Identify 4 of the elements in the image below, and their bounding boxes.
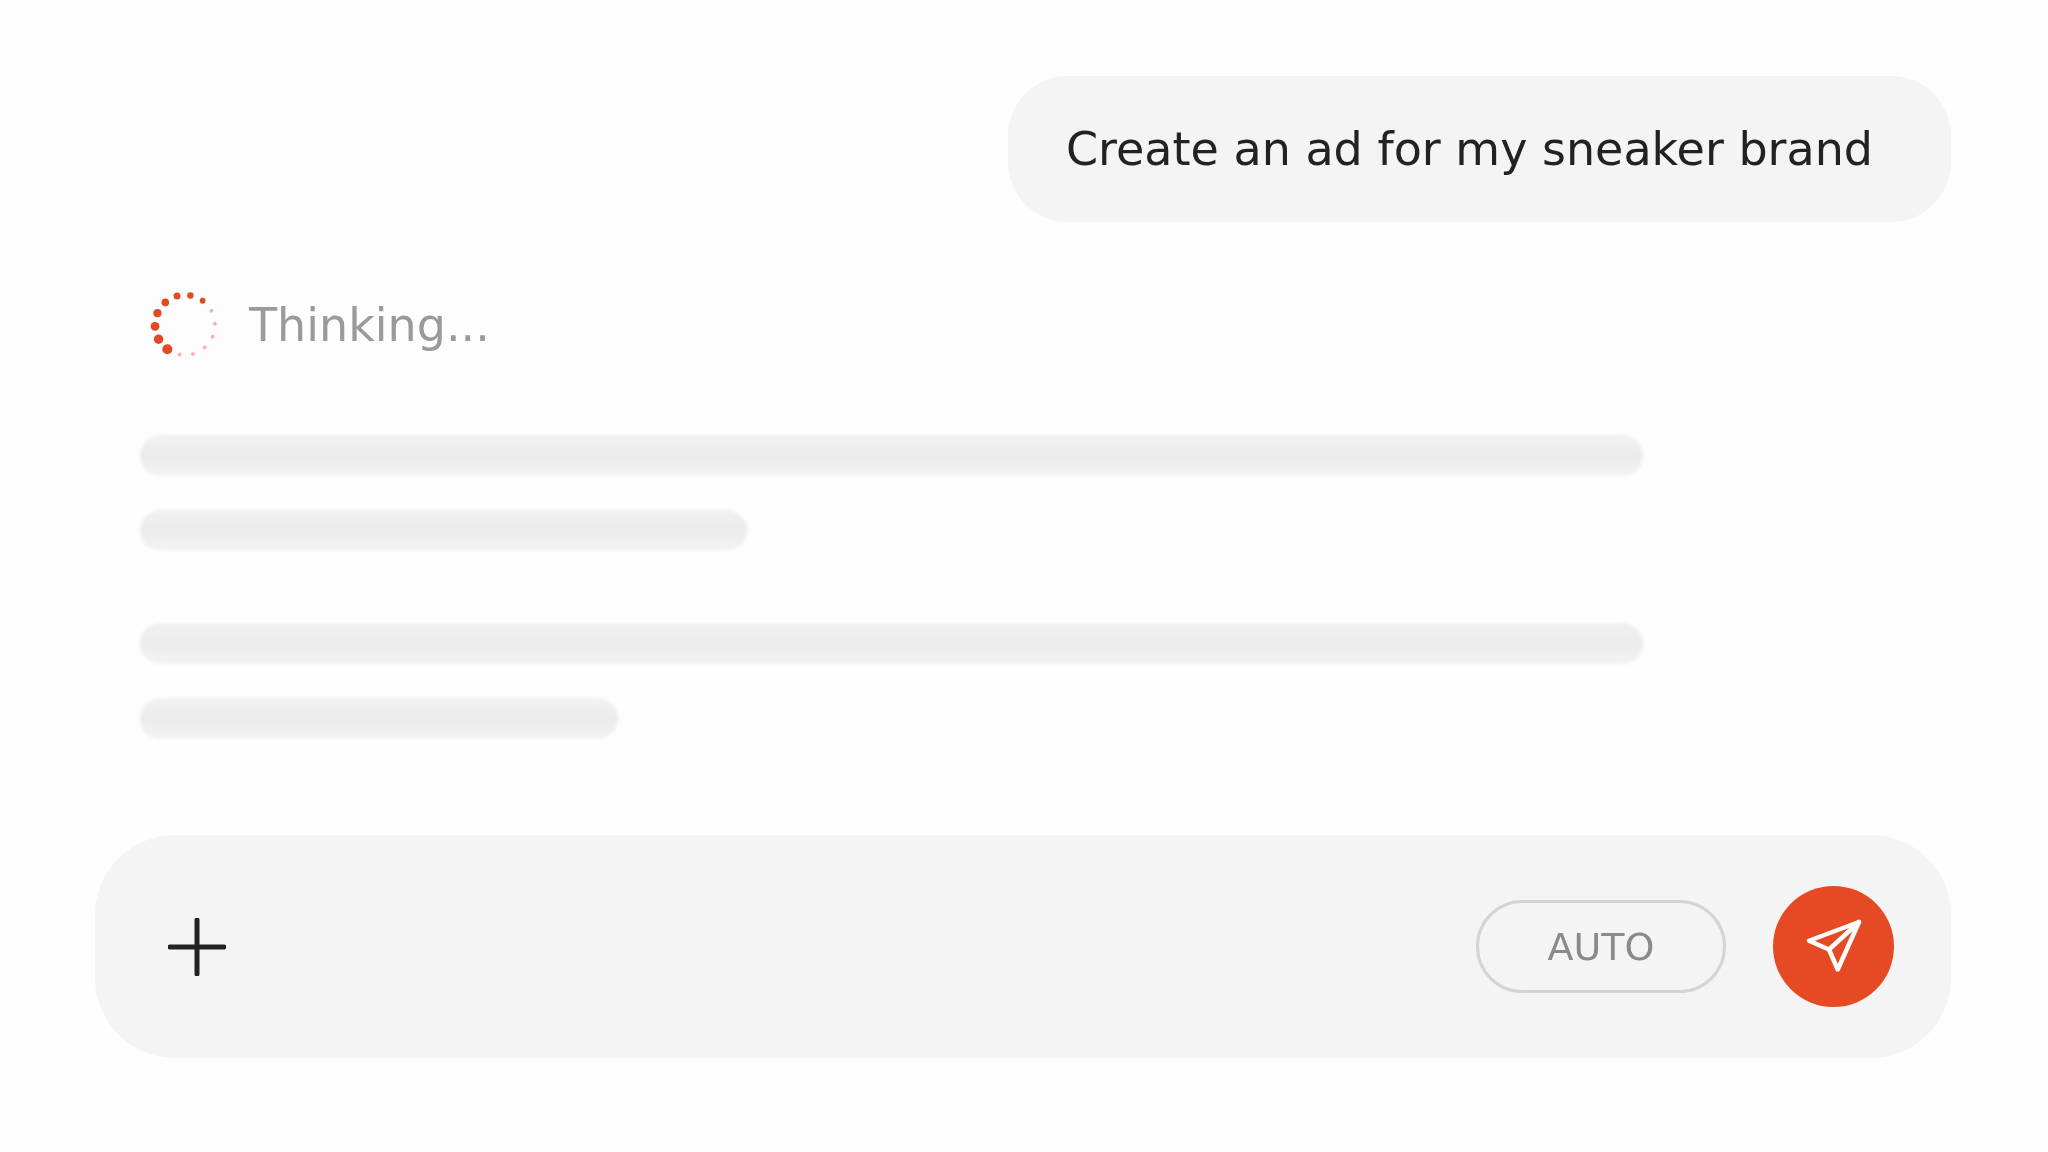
- thinking-status: Thinking...: [249, 298, 490, 352]
- plus-icon: [168, 917, 226, 976]
- auto-mode-button[interactable]: AUTO: [1476, 900, 1726, 993]
- user-message: Create an ad for my sneaker brand: [1008, 76, 1951, 222]
